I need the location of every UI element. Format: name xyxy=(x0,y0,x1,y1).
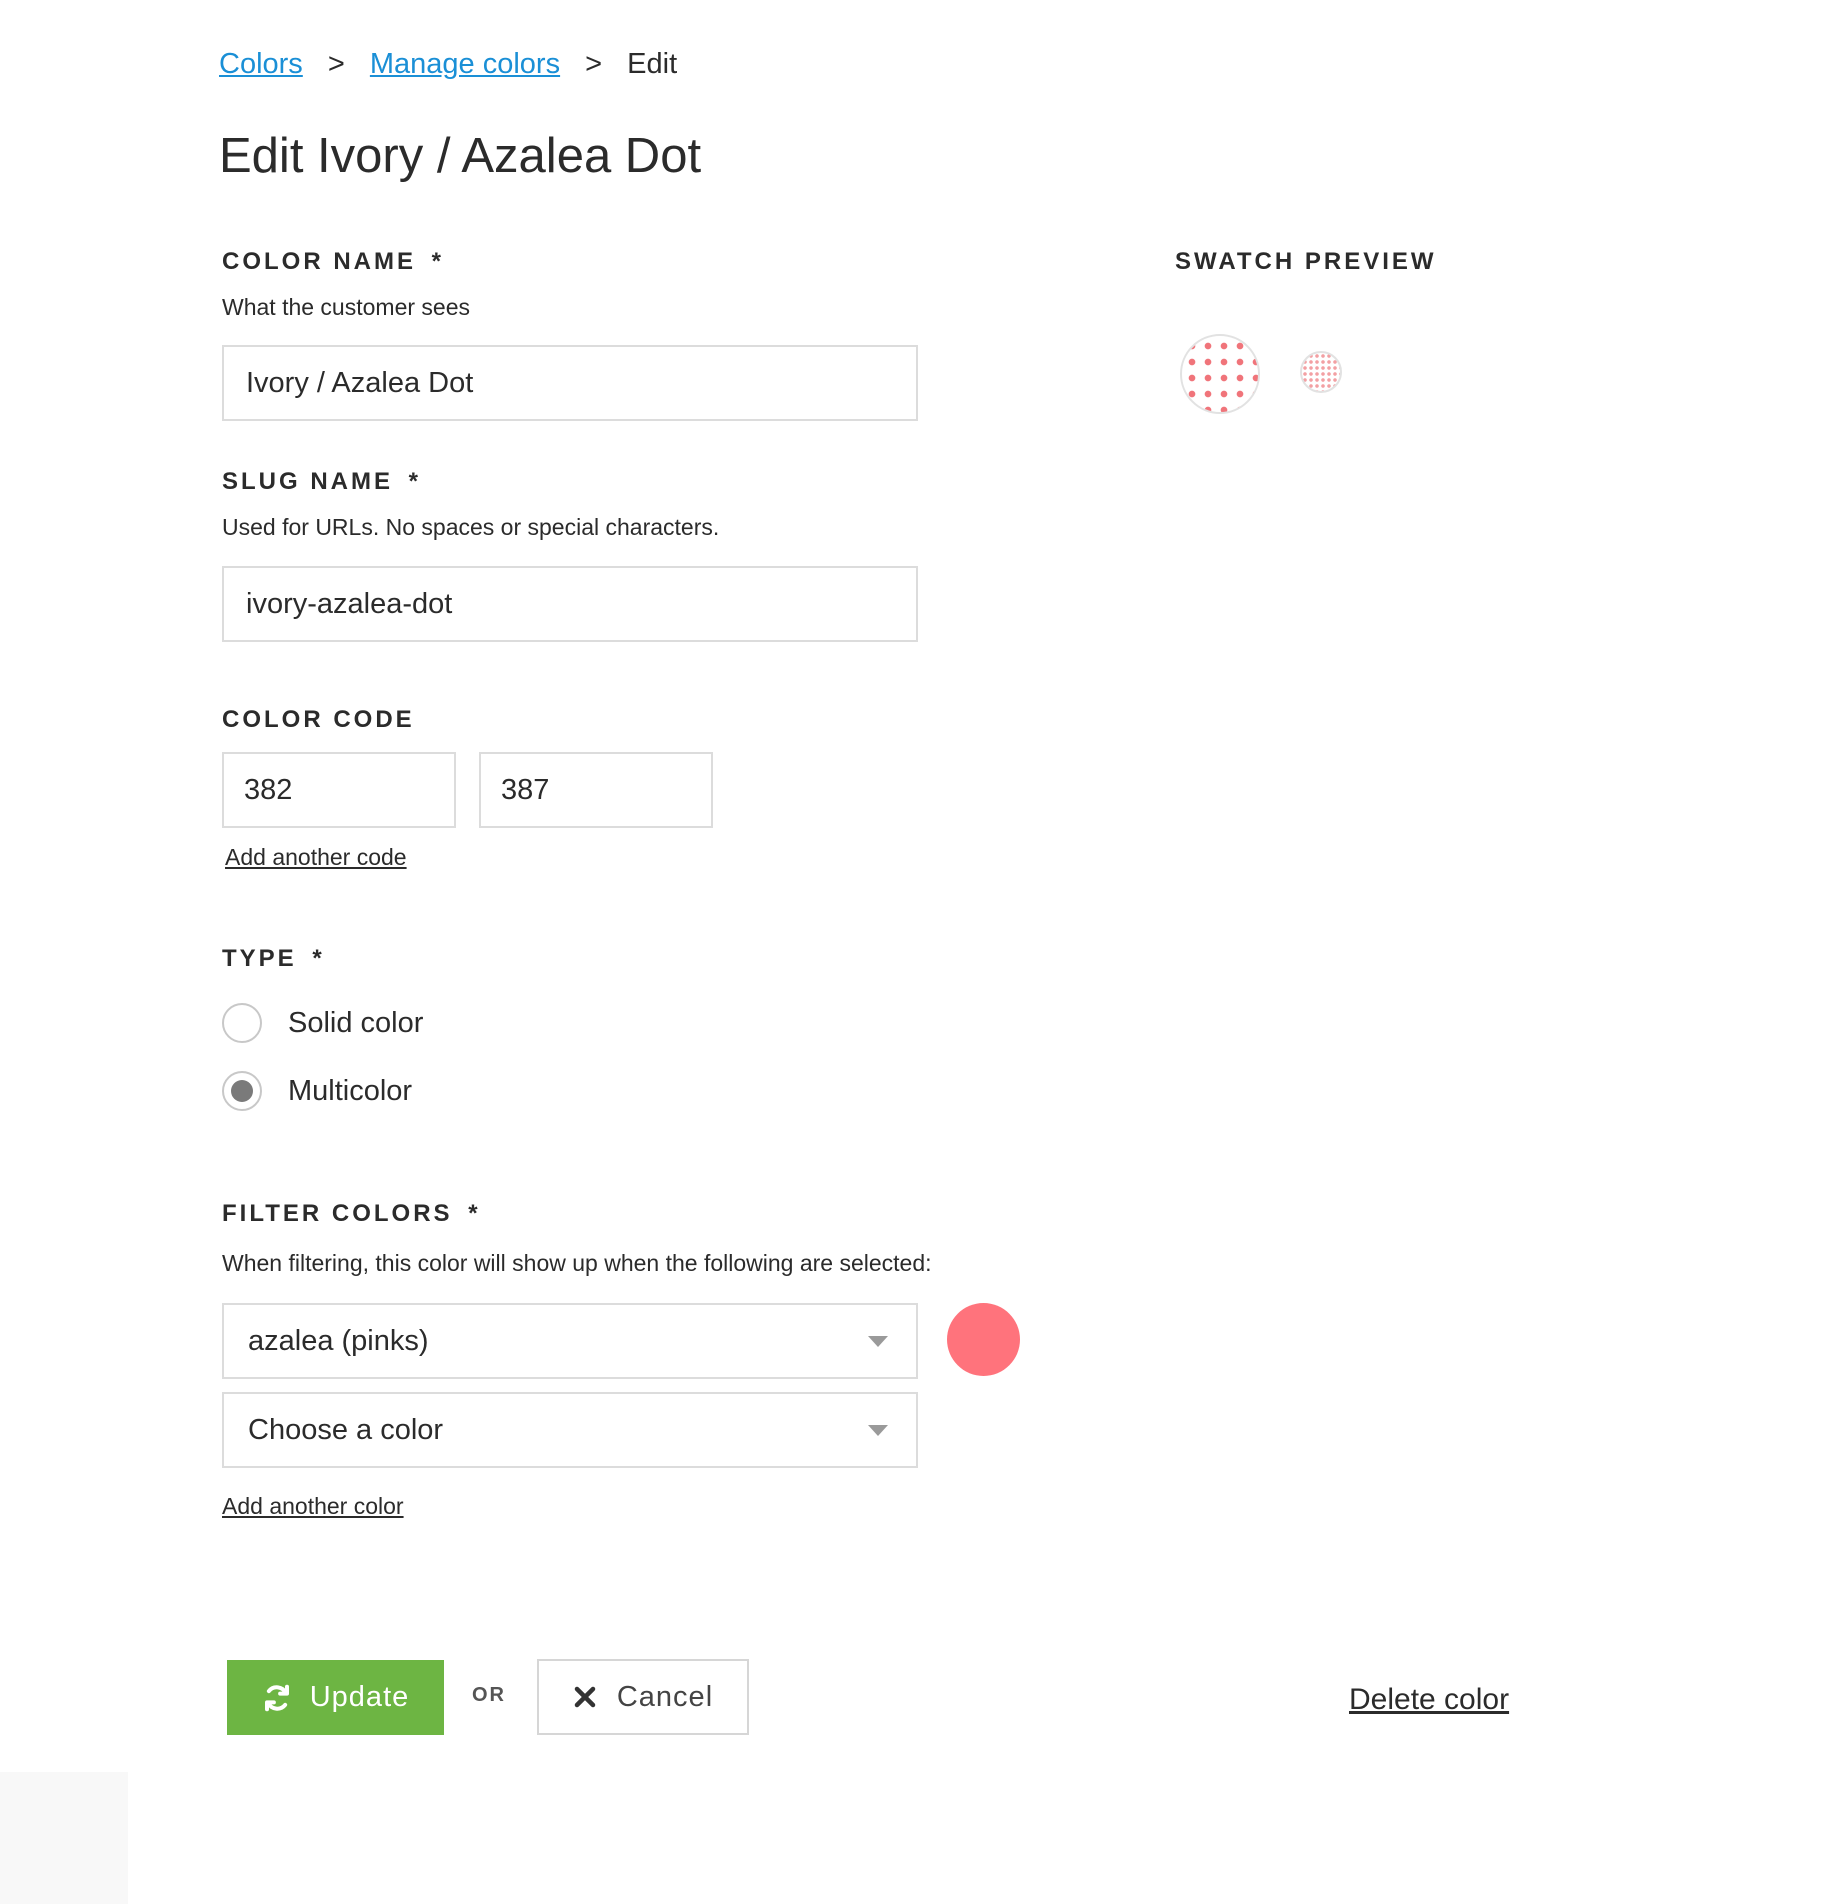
breadcrumb-link-manage-colors[interactable]: Manage colors xyxy=(370,48,560,80)
required-mark: * xyxy=(431,248,445,275)
page-corner-block xyxy=(0,1772,128,1904)
cancel-button[interactable]: Cancel xyxy=(537,1659,749,1735)
slug-name-help: Used for URLs. No spaces or special char… xyxy=(222,514,720,540)
page-title: Edit Ivory / Azalea Dot xyxy=(219,129,702,183)
solid-color-label: Solid color xyxy=(288,1006,424,1039)
color-name-help: What the customer sees xyxy=(222,294,470,320)
filter-colors-label-text: FILTER COLORS xyxy=(222,1200,453,1227)
swatch-preview-label: SWATCH PREVIEW xyxy=(1175,248,1437,275)
refresh-icon xyxy=(264,1684,289,1711)
solid-color-radio[interactable] xyxy=(222,1003,262,1043)
radio-selected-dot xyxy=(231,1080,253,1102)
breadcrumb-separator: > xyxy=(585,48,603,80)
breadcrumb-separator: > xyxy=(327,48,345,80)
slug-name-label: SLUG NAME * xyxy=(222,467,421,497)
color-name-label-text: COLOR NAME xyxy=(222,248,416,275)
type-option-multicolor[interactable]: Multicolor xyxy=(222,1071,412,1111)
chevron-down-icon xyxy=(868,1335,888,1347)
required-mark: * xyxy=(312,945,325,972)
update-button[interactable]: Update xyxy=(227,1660,444,1735)
slug-name-input[interactable] xyxy=(222,566,918,642)
or-separator: OR xyxy=(472,1684,506,1706)
filter-color-select-2[interactable]: Choose a color xyxy=(222,1392,918,1468)
filter-colors-help: When filtering, this color will show up … xyxy=(222,1250,932,1276)
filter-color-select-2-value: Choose a color xyxy=(248,1413,444,1446)
color-name-label: COLOR NAME * xyxy=(222,247,444,277)
chevron-down-icon xyxy=(868,1424,888,1436)
filter-color-select-1-value: azalea (pinks) xyxy=(248,1324,429,1357)
multicolor-label: Multicolor xyxy=(288,1074,413,1107)
required-mark: * xyxy=(468,1200,481,1227)
update-button-label: Update xyxy=(309,1681,410,1713)
slug-name-label-text: SLUG NAME xyxy=(222,468,393,495)
swatch-preview-large xyxy=(1180,334,1260,414)
cancel-button-label: Cancel xyxy=(616,1680,714,1713)
add-another-color-link[interactable]: Add another color xyxy=(222,1491,404,1521)
type-option-solid[interactable]: Solid color xyxy=(222,1003,423,1043)
add-another-code-link[interactable]: Add another code xyxy=(225,842,407,872)
close-icon xyxy=(574,1686,596,1708)
required-mark: * xyxy=(408,468,422,495)
delete-color-link[interactable]: Delete color xyxy=(1349,1682,1509,1718)
color-code-input-1[interactable] xyxy=(222,752,456,828)
type-label-text: TYPE xyxy=(222,945,297,972)
breadcrumb-link-colors[interactable]: Colors xyxy=(219,48,303,80)
color-code-label: COLOR CODE xyxy=(222,706,415,733)
type-label: TYPE * xyxy=(222,944,325,974)
color-name-input[interactable] xyxy=(222,345,918,421)
breadcrumb: Colors > Manage colors > Edit xyxy=(219,44,677,84)
color-code-input-2[interactable] xyxy=(479,752,713,828)
breadcrumb-current: Edit xyxy=(627,48,678,80)
filter-colors-label: FILTER COLORS * xyxy=(222,1199,481,1229)
filter-color-swatch xyxy=(947,1303,1020,1376)
filter-color-select-1[interactable]: azalea (pinks) xyxy=(222,1303,918,1379)
swatch-preview-small xyxy=(1300,351,1342,393)
multicolor-radio[interactable] xyxy=(222,1071,262,1111)
